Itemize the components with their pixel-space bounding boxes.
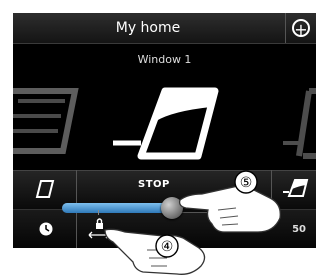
page-title: My home: [115, 20, 181, 36]
close-window-icon[interactable]: [35, 179, 55, 199]
previous-window-icon[interactable]: [13, 88, 79, 154]
position-value: 50: [292, 224, 306, 235]
add-button[interactable]: +: [285, 13, 316, 43]
callout-lock: ④: [104, 228, 206, 275]
slider-tick: [98, 210, 99, 215]
device-name: Window 1: [137, 53, 192, 66]
callout-label: ⑤: [240, 175, 253, 191]
window-icon[interactable]: [113, 87, 219, 160]
header-bar: My home +: [13, 13, 316, 44]
plus-circle-icon: +: [292, 19, 310, 38]
stop-button[interactable]: STOP: [138, 179, 170, 190]
slider-fill: [62, 203, 172, 213]
next-window-icon[interactable]: [283, 88, 316, 159]
callout-label: ④: [161, 239, 174, 255]
clock-icon[interactable]: [39, 222, 53, 236]
